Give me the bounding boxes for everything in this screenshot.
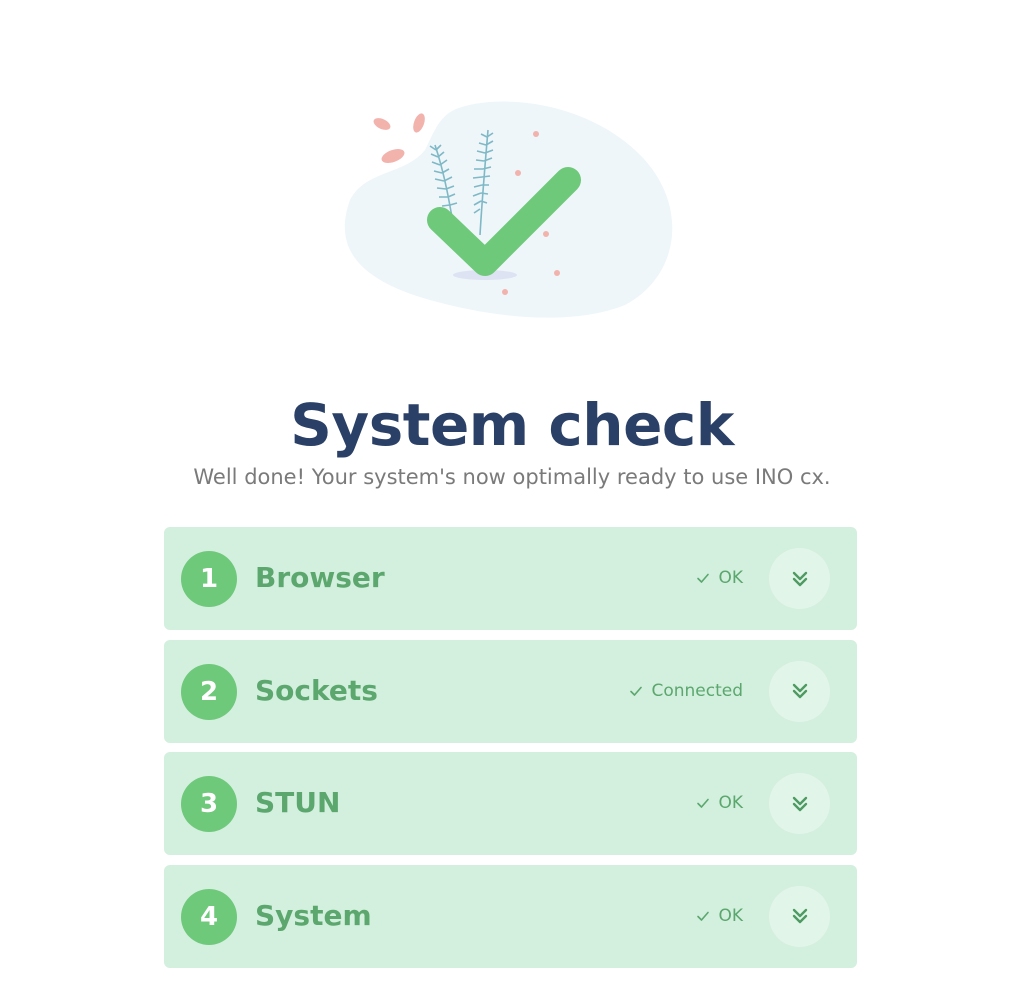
check-label: System [255,898,372,932]
step-number-badge: 4 [181,888,237,945]
status-indicator: OK [696,789,743,817]
check-icon [697,798,710,808]
system-check-page: System check Well done! Your system's no… [0,0,1024,994]
status-text: OK [718,905,743,926]
check-row-stun[interactable]: 3 STUN OK [164,752,857,855]
check-list: 1 Browser OK 2 Sockets Connected 3 STUN [164,527,857,977]
check-label: STUN [255,786,341,819]
check-row-sockets[interactable]: 2 Sockets Connected [164,639,857,743]
check-label: Sockets [255,673,378,707]
status-text: OK [718,568,743,588]
status-text: Connected [651,680,743,701]
success-checkmark-illustration-icon [344,101,673,318]
step-number-badge: 2 [181,663,237,720]
check-icon [697,573,710,583]
check-label: Browser [255,561,385,594]
chevron-double-down-icon [792,683,807,699]
check-icon [697,911,710,921]
expand-button[interactable] [769,548,830,609]
check-row-system[interactable]: 4 System OK [164,864,857,968]
chevron-double-down-icon [792,796,807,811]
status-indicator: OK [696,564,743,592]
chevron-double-down-icon [792,571,807,586]
check-row-browser[interactable]: 1 Browser OK [164,527,857,630]
expand-button[interactable] [769,660,830,722]
page-subtitle: Well done! Your system's now optimally r… [193,465,831,489]
check-icon [630,686,643,696]
status-text: OK [718,793,743,813]
expand-button[interactable] [769,885,830,947]
page-title: System check [290,391,734,459]
status-indicator: Connected [629,677,743,705]
background-blob [344,101,673,318]
status-indicator: OK [696,902,743,930]
expand-button[interactable] [769,773,830,834]
chevron-double-down-icon [792,908,807,924]
step-number-badge: 1 [181,551,237,607]
step-number-badge: 3 [181,776,237,832]
